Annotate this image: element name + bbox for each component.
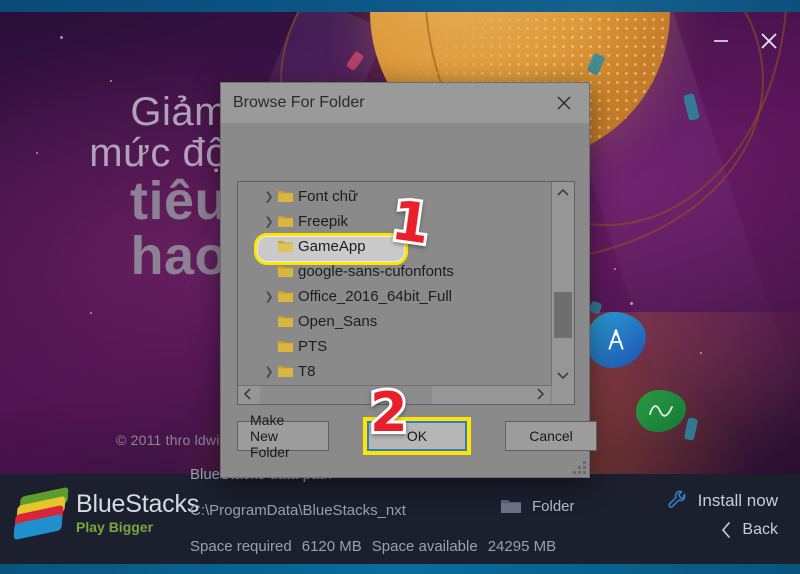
tree-row-label: T8 xyxy=(298,363,316,380)
chevron-right-icon xyxy=(537,387,545,400)
star xyxy=(614,268,616,270)
star xyxy=(170,212,173,215)
tree-row-label: Open_Sans xyxy=(298,313,378,330)
folder-icon xyxy=(278,215,298,228)
tree-row-label: Freepik xyxy=(298,213,349,230)
dialog-title-bar: Browse For Folder xyxy=(221,83,589,123)
folder-icon xyxy=(501,500,521,513)
wave-icon xyxy=(649,405,673,417)
chevron-up-icon xyxy=(557,188,569,196)
chevron-right-icon[interactable]: ❯ xyxy=(260,190,278,203)
space-available-label: Space available xyxy=(371,538,478,555)
tree-row[interactable]: ❯ Office_2016_64bit_Full xyxy=(238,284,550,309)
minimize-button[interactable] xyxy=(708,28,734,54)
step-badge-2: 2 xyxy=(367,381,411,444)
space-required-value: 6120 MB xyxy=(301,538,362,555)
space-required-label: Space required xyxy=(190,538,292,555)
wave-app-blob xyxy=(636,390,686,432)
install-now-button[interactable]: Install now xyxy=(666,490,778,512)
make-new-folder-button[interactable]: Make New Folder xyxy=(237,412,329,460)
folder-icon xyxy=(278,265,298,278)
vertical-scrollbar[interactable] xyxy=(551,182,574,386)
bluestacks-logo xyxy=(13,486,70,541)
tree-row[interactable]: PTS xyxy=(238,334,550,359)
data-path-value: C:\ProgramData\BlueStacks_nxt xyxy=(190,502,406,519)
star xyxy=(36,152,38,154)
space-info: Space required 6120 MB Space available 2… xyxy=(190,538,556,555)
chevron-right-icon[interactable]: ❯ xyxy=(260,365,278,378)
folder-button-label: Folder xyxy=(532,497,575,515)
folder-icon xyxy=(278,365,298,378)
compass-icon xyxy=(608,329,624,350)
scrollbar-corner xyxy=(552,386,574,404)
cancel-button[interactable]: Cancel xyxy=(505,421,597,451)
wrench-icon xyxy=(668,490,686,508)
vertical-scroll-thumb[interactable] xyxy=(554,292,572,338)
step-badge-1: 1 xyxy=(385,186,437,260)
tree-row-label: Office_2016_64bit_Full xyxy=(298,288,452,305)
star xyxy=(630,302,633,305)
chevron-right-icon[interactable]: ❯ xyxy=(260,215,278,228)
close-icon xyxy=(557,96,571,110)
minimize-icon xyxy=(714,40,728,42)
dialog-close-button[interactable] xyxy=(547,89,581,117)
close-button[interactable] xyxy=(756,28,782,54)
bluestacks-wordmark: BlueStacks Play Bigger xyxy=(76,490,200,535)
back-button[interactable]: Back xyxy=(720,521,778,539)
star xyxy=(60,36,63,39)
scroll-left-button[interactable] xyxy=(238,387,258,403)
close-icon xyxy=(761,33,777,49)
tree-row[interactable]: Open_Sans xyxy=(238,309,550,334)
folder-icon xyxy=(278,190,298,203)
dialog-title: Browse For Folder xyxy=(233,94,365,111)
back-label: Back xyxy=(742,521,778,538)
chevron-left-icon xyxy=(722,522,731,538)
folder-browse-button[interactable]: Folder xyxy=(500,497,575,515)
folder-icon xyxy=(278,240,298,253)
star xyxy=(700,352,702,354)
space-available-value: 24295 MB xyxy=(487,538,557,555)
brand-name: BlueStacks xyxy=(76,490,200,518)
tree-row-label: PTS xyxy=(298,338,328,355)
tree-row-label: GameApp xyxy=(298,238,366,255)
installer-window: Giảm mức độ tiêu hao © 2011 thro ldwide xyxy=(0,0,800,574)
tree-row-label: Font chữ xyxy=(298,188,359,205)
tree-row[interactable]: google-sans-cufonfonts xyxy=(238,259,550,284)
scroll-right-button[interactable] xyxy=(530,387,550,403)
folder-icon xyxy=(278,315,298,328)
compass-app-blob xyxy=(586,312,646,368)
chevron-right-icon[interactable]: ❯ xyxy=(260,290,278,303)
chevron-left-icon xyxy=(243,387,251,400)
window-controls xyxy=(708,28,782,54)
star xyxy=(90,312,92,314)
scroll-up-button[interactable] xyxy=(552,182,574,204)
window-top-strip xyxy=(0,0,800,12)
scroll-down-button[interactable] xyxy=(552,364,574,386)
folder-icon xyxy=(278,290,298,303)
chevron-down-icon xyxy=(557,372,569,380)
folder-icon xyxy=(278,340,298,353)
tree-row-label: google-sans-cufonfonts xyxy=(298,263,454,280)
install-now-label: Install now xyxy=(697,491,778,510)
window-bottom-strip xyxy=(0,564,800,574)
star xyxy=(110,80,112,82)
brand-tagline: Play Bigger xyxy=(76,519,154,535)
resize-grip[interactable] xyxy=(572,460,586,474)
